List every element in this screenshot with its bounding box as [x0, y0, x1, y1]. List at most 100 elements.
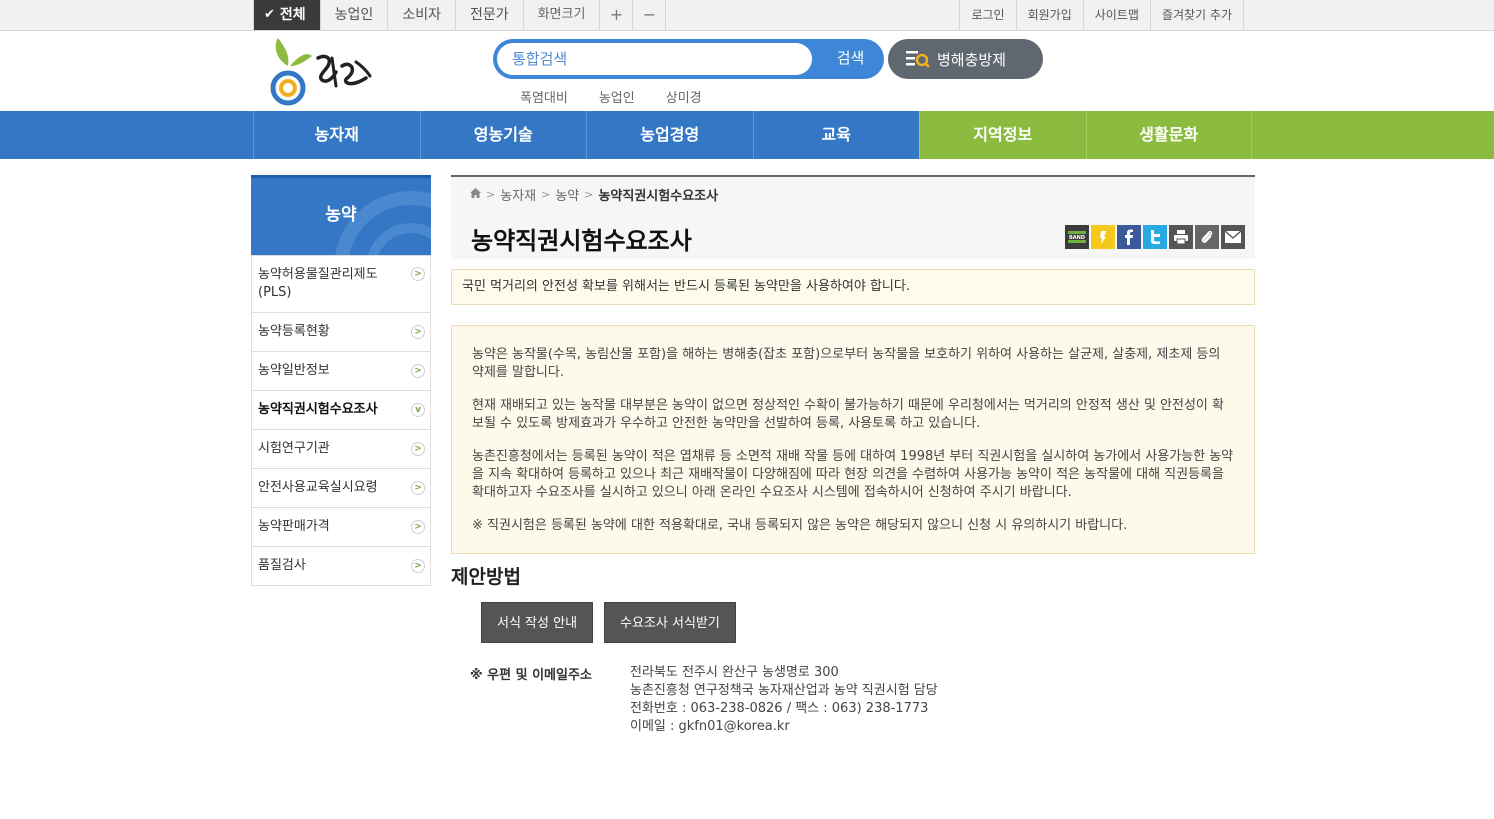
share-toolbar: BAND	[1065, 225, 1245, 249]
form-guide-button[interactable]: 서식 작성 안내	[481, 602, 594, 643]
kakaostory-icon[interactable]	[1091, 225, 1115, 249]
pest-control-label: 병해충방제	[937, 50, 1007, 69]
clip-icon[interactable]	[1195, 225, 1219, 249]
audience-tabs: ✔ 전체 농업인 소비자 전문가 화면크기 + −	[253, 0, 667, 30]
notice-box: 국민 먹거리의 안전성 확보를 위해서는 반드시 등록된 농약만을 사용하여야 …	[451, 269, 1255, 305]
breadcrumb-separator: >	[541, 188, 551, 201]
gnb-item-materials[interactable]: 농자재	[253, 111, 420, 159]
description-note: ※ 직권시험은 등록된 농약에 대한 적용확대로, 국내 등록되지 않은 농약은…	[472, 518, 1128, 533]
check-icon: ✔	[264, 7, 275, 22]
popular-keywords: 폭염대비 농업인 상미경	[520, 87, 733, 106]
print-icon[interactable]	[1169, 225, 1193, 249]
lnb-title-text: 농약	[325, 205, 357, 225]
lnb-item-demand-survey[interactable]: 농약직권시험수요조사 v	[252, 390, 430, 429]
method-title: 제안방법	[451, 566, 521, 588]
lnb-title: 농약	[251, 175, 431, 255]
lnb-item-safety-education[interactable]: 안전사용교육실시요령 >	[252, 468, 430, 507]
search-input[interactable]	[497, 43, 812, 75]
chevron-right-icon: >	[411, 442, 425, 456]
search-bar: 검색	[493, 39, 884, 79]
chevron-down-icon: v	[411, 403, 425, 417]
gnb-item-regional[interactable]: 지역정보	[919, 111, 1086, 159]
contact-lines: 전라북도 전주시 완산구 농생명로 300 농촌진흥청 연구정책국 농자재산업과…	[630, 664, 938, 736]
zoom-out-button[interactable]: −	[633, 0, 667, 30]
gnb-item-farming-tech[interactable]: 영농기술	[419, 111, 586, 159]
gnb-item-management[interactable]: 농업경영	[586, 111, 753, 159]
chevron-right-icon: >	[411, 267, 425, 281]
lnb-item-label: 농약허용물질관리제도(PLS)	[258, 267, 378, 300]
tab-label: 소비자	[402, 7, 441, 23]
tab-label: 전문가	[469, 7, 509, 23]
chevron-right-icon: >	[411, 520, 425, 534]
contact-department: 농촌진흥청 연구정책국 농자재산업과 농약 직권시험 담당	[630, 683, 938, 698]
main-content: > 농자재 > 농약 > 농약직권시험수요조사 농약직권시험수요조사 BAND	[451, 175, 1255, 736]
join-link[interactable]: 회원가입	[1015, 0, 1083, 30]
contact-label: ※ 우편 및 이메일주소	[470, 668, 592, 683]
home-icon[interactable]	[470, 187, 481, 202]
method-buttons: 서식 작성 안내 수요조사 서식받기	[481, 602, 1255, 643]
description-paragraph: 농약은 농작물(수목, 농림산물 포함)을 해하는 병해충(잡초 포함)으로부터…	[472, 347, 1221, 380]
keyword-link[interactable]: 상미경	[666, 87, 702, 106]
description-paragraph: 현재 재배되고 있는 농작물 대부분은 농약이 없으면 정상적인 수확이 불가능…	[472, 398, 1224, 431]
tab-all[interactable]: ✔ 전체	[253, 0, 321, 30]
description-box: 농약은 농작물(수목, 농림산물 포함)을 해하는 병해충(잡초 포함)으로부터…	[451, 325, 1255, 554]
lnb-item-general-info[interactable]: 농약일반정보 >	[252, 351, 430, 390]
lnb-item-pls[interactable]: 농약허용물질관리제도(PLS) >	[252, 255, 430, 312]
title-box: > 농자재 > 농약 > 농약직권시험수요조사 농약직권시험수요조사 BAND	[451, 175, 1255, 259]
gnb-left-filler	[0, 111, 253, 159]
lnb-item-label: 농약등록현황	[258, 324, 330, 339]
util-links: 로그인 회원가입 사이트맵 즐겨찾기 추가	[959, 0, 1244, 30]
lnb-item-label: 농약직권시험수요조사	[258, 402, 378, 417]
band-icon[interactable]: BAND	[1065, 225, 1089, 249]
header: 검색 병해충방제 폭염대비 농업인 상미경	[0, 31, 1494, 111]
contact-address: 전라북도 전주시 완산구 농생명로 300	[630, 665, 839, 680]
lnb-item-label: 농약판매가격	[258, 519, 330, 534]
chevron-right-icon: >	[411, 481, 425, 495]
breadcrumb-separator: >	[486, 188, 496, 201]
keyword-link[interactable]: 농업인	[599, 87, 635, 106]
keyword-link[interactable]: 폭염대비	[520, 87, 568, 106]
twitter-icon[interactable]	[1143, 225, 1167, 249]
gnb-right-filler	[1252, 111, 1494, 159]
gnb-item-living[interactable]: 생활문화	[1085, 111, 1252, 159]
lnb-item-research-institutes[interactable]: 시험연구기관 >	[252, 429, 430, 468]
lnb-item-sale-price[interactable]: 농약판매가격 >	[252, 507, 430, 546]
contact-email[interactable]: 이메일 : gkfn01@korea.kr	[630, 718, 938, 736]
lnb-item-label: 농약일반정보	[258, 363, 330, 378]
tab-label: 농업인	[334, 7, 374, 23]
facebook-icon[interactable]	[1117, 225, 1141, 249]
download-form-button[interactable]: 수요조사 서식받기	[604, 602, 736, 643]
chevron-right-icon: >	[411, 325, 425, 339]
lnb-item-label: 품질검사	[258, 558, 306, 573]
tab-consumer[interactable]: 소비자	[388, 0, 456, 30]
lnb-item-label: 안전사용교육실시요령	[258, 480, 378, 495]
lnb-item-registration[interactable]: 농약등록현황 >	[252, 312, 430, 351]
breadcrumb-item[interactable]: 농자재	[500, 185, 536, 204]
chevron-right-icon: >	[411, 559, 425, 573]
page-title: 농약직권시험수요조사	[471, 227, 692, 255]
site-logo[interactable]	[270, 36, 380, 106]
zoom-in-button[interactable]: +	[600, 0, 634, 30]
tab-farmer[interactable]: 농업인	[321, 0, 389, 30]
side-navigation: 농약 농약허용물질관리제도(PLS) > 농약등록현황 > 농약일반정보 > 농약직권…	[251, 175, 431, 586]
lnb-item-label: 시험연구기관	[258, 441, 330, 456]
pest-control-button[interactable]: 병해충방제	[888, 39, 1043, 79]
tab-expert[interactable]: 전문가	[456, 0, 524, 30]
pest-search-icon	[906, 51, 930, 68]
mail-icon[interactable]	[1221, 225, 1245, 249]
login-link[interactable]: 로그인	[959, 0, 1015, 30]
svg-text:BAND: BAND	[1069, 235, 1085, 241]
breadcrumb-current: 농약직권시험수요조사	[598, 189, 719, 204]
lnb-item-quality-inspection[interactable]: 품질검사 >	[252, 546, 430, 585]
contact-phone: 전화번호 : 063-238-0826 / 팩스 : 063) 238-1773	[630, 701, 929, 716]
tab-label: 전체	[279, 7, 306, 23]
description-paragraph: 농촌진흥청에서는 등록된 농약이 적은 엽채류 등 소면적 재배 작물 등에 대…	[472, 449, 1234, 500]
breadcrumb-item[interactable]: 농약	[555, 185, 579, 204]
bookmark-link[interactable]: 즐겨찾기 추가	[1149, 0, 1244, 30]
font-size-label: 화면크기	[524, 0, 601, 30]
search-button[interactable]: 검색	[823, 39, 878, 79]
contact-info: ※ 우편 및 이메일주소 전라북도 전주시 완산구 농생명로 300 농촌진흥청…	[470, 664, 1255, 736]
sitemap-link[interactable]: 사이트맵	[1082, 0, 1150, 30]
main-navigation: 농자재 영농기술 농업경영 교육 지역정보 생활문화	[0, 111, 1494, 159]
gnb-item-education[interactable]: 교육	[752, 111, 919, 159]
